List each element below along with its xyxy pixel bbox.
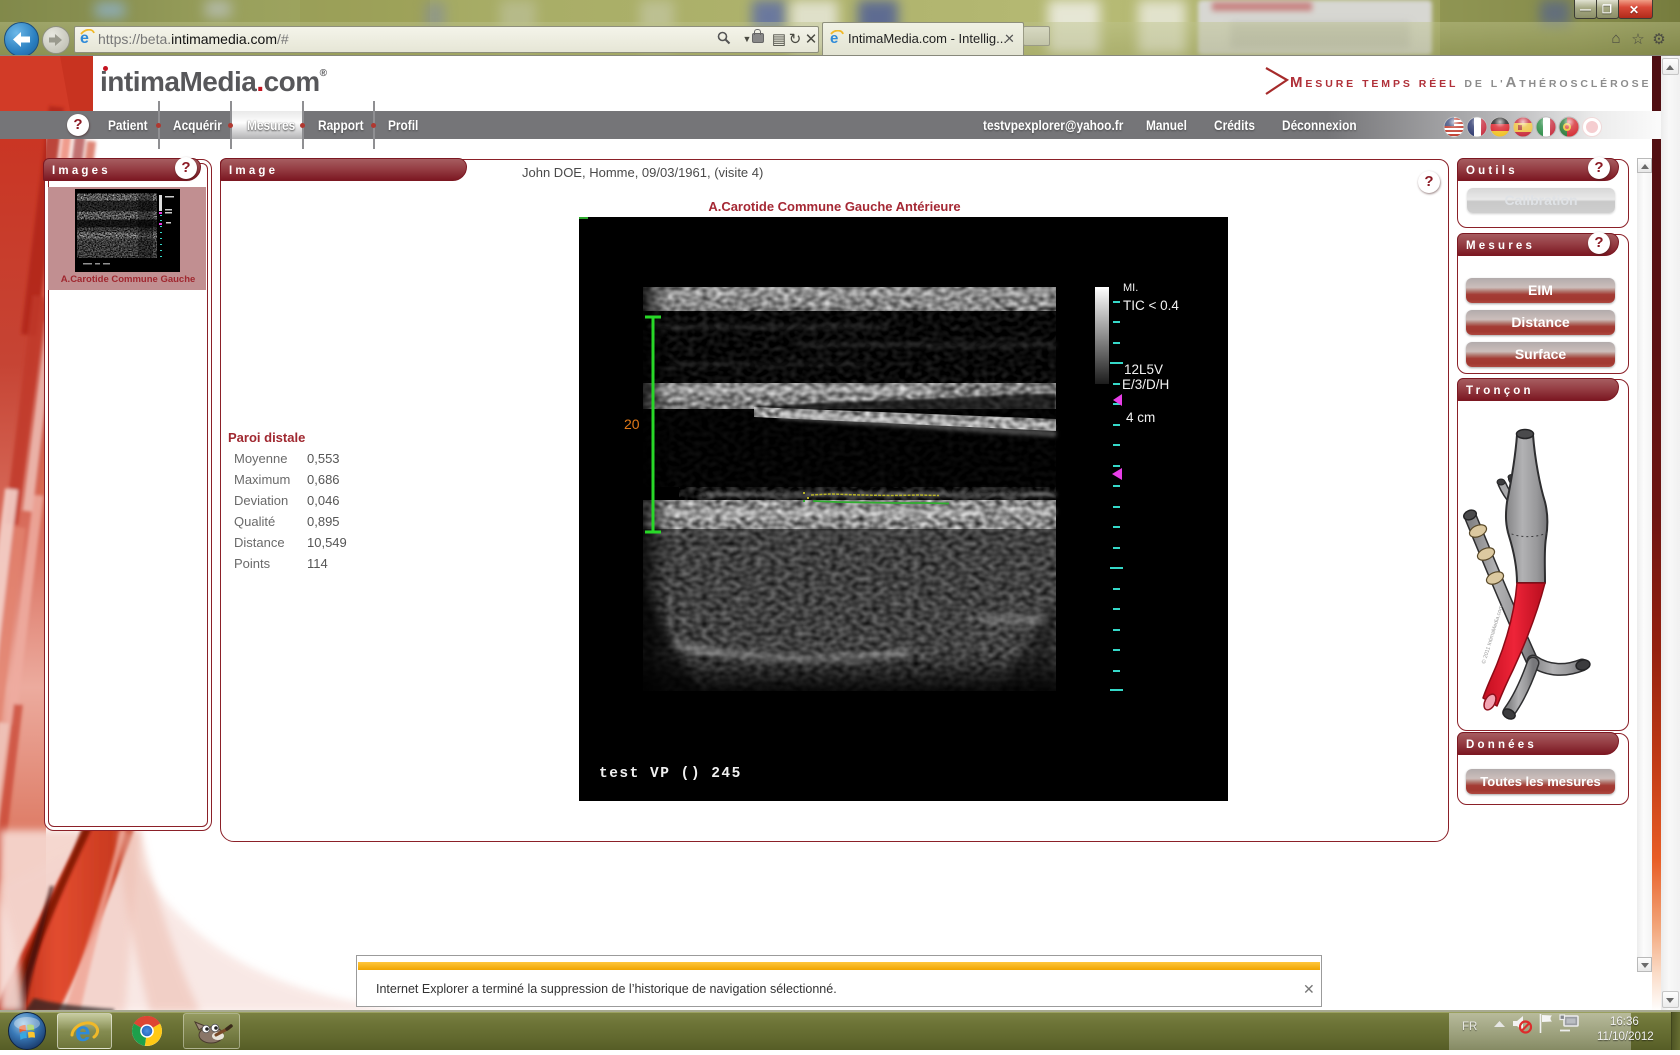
svg-text:e: e (75, 1016, 91, 1047)
svg-text:MI.: MI. (1123, 282, 1138, 294)
svg-text:12L5V: 12L5V (1124, 362, 1163, 377)
svg-text:20: 20 (624, 416, 640, 432)
svg-text:TIC < 0.4: TIC < 0.4 (1123, 298, 1179, 313)
svg-text:E/3/D/H: E/3/D/H (1122, 377, 1169, 392)
svg-text:test VP () 245: test VP () 245 (599, 766, 742, 782)
svg-text:MESURETEMPSRÉELDEL'ATHÉROSCLÉR: MESURETEMPSRÉELDEL'ATHÉROSCLÉROSE (1290, 74, 1651, 91)
svg-text:4 cm: 4 cm (1126, 410, 1155, 425)
